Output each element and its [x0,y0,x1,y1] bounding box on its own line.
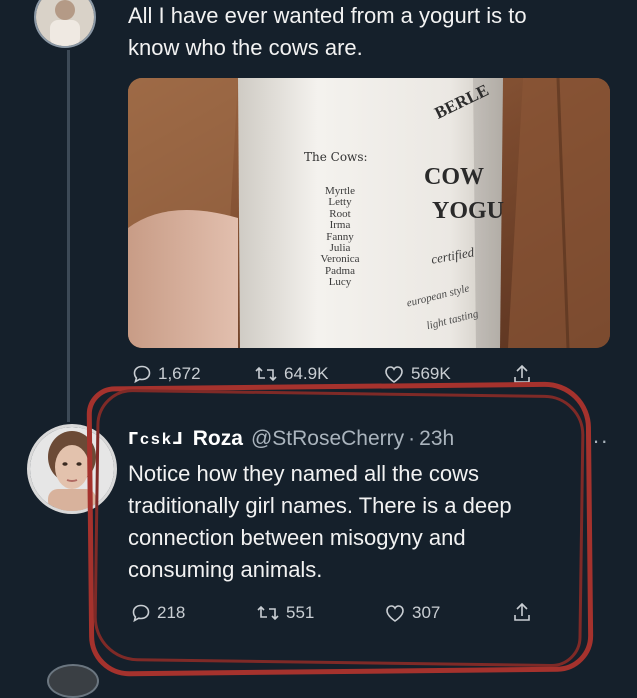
tweet-text-line-1: All I have ever wanted from a yogurt is … [128,3,527,28]
tweet-text-line-2: know who the cows are. [128,35,363,60]
reply-handle[interactable]: @StRoseCherry [251,427,404,451]
more-options-icon[interactable]: ··· [584,428,609,454]
user-tag: ᒥcskᒧ [128,431,185,448]
tweet-media-image[interactable]: The Cows: Myrtle Letty Root Irma Fanny J… [128,78,610,348]
reply-text-line-1: Notice how they named all the cows [128,461,479,486]
reply-reply-count: 218 [157,603,186,622]
reply-text: Notice how they named all the cows tradi… [128,458,512,586]
like-button[interactable]: 569K [383,364,451,384]
heart-icon [385,366,403,383]
reply-icon [132,604,150,623]
like-count: 569K [411,364,451,383]
share-icon [514,364,530,383]
reply-share-button[interactable] [512,601,532,623]
tweet-text: All I have ever wanted from a yogurt is … [128,0,527,64]
product-line-2: YOGU [432,198,504,224]
reply-button[interactable]: 1,672 [132,364,201,384]
reply-count: 1,672 [158,364,201,383]
heart-icon [386,605,404,622]
thread-connector-line [67,50,70,422]
reply-retweet-count: 551 [286,603,315,622]
reply-display-name[interactable]: Roza [193,427,243,451]
cow-name: Irma [329,219,351,232]
reply-icon [133,365,151,384]
cow-name-list: Myrtle Letty Root Irma Fanny Julia Veron… [310,185,370,289]
reply-reply-button[interactable]: 218 [131,603,185,623]
reply-retweet-button[interactable]: 551 [256,603,314,623]
cow-name: Lucy [328,276,352,289]
reply-like-button[interactable]: 307 [384,603,440,623]
share-button[interactable] [512,363,532,385]
retweet-button[interactable]: 64.9K [254,364,328,384]
product-line-1: COW [424,164,484,190]
reply-text-line-2: traditionally girl names. There is a dee… [128,493,512,518]
reply-header: ᒥcskᒧ Roza @StRoseCherry · 23h [128,427,454,451]
reply-text-line-3: connection between misogyny and [128,525,466,550]
retweet-icon [257,605,279,621]
cows-label-heading: The Cows: [304,150,368,164]
next-tweet-avatar[interactable] [47,664,99,698]
reply-text-line-4: consuming animals. [128,557,323,582]
reply-timestamp[interactable]: 23h [419,427,454,451]
tweet-author-avatar[interactable] [34,0,96,48]
retweet-count: 64.9K [284,364,329,383]
retweet-icon [255,366,277,382]
reply-like-count: 307 [412,603,441,622]
reply-author-avatar[interactable] [27,424,117,514]
header-separator: · [408,427,416,450]
share-icon [514,602,530,621]
